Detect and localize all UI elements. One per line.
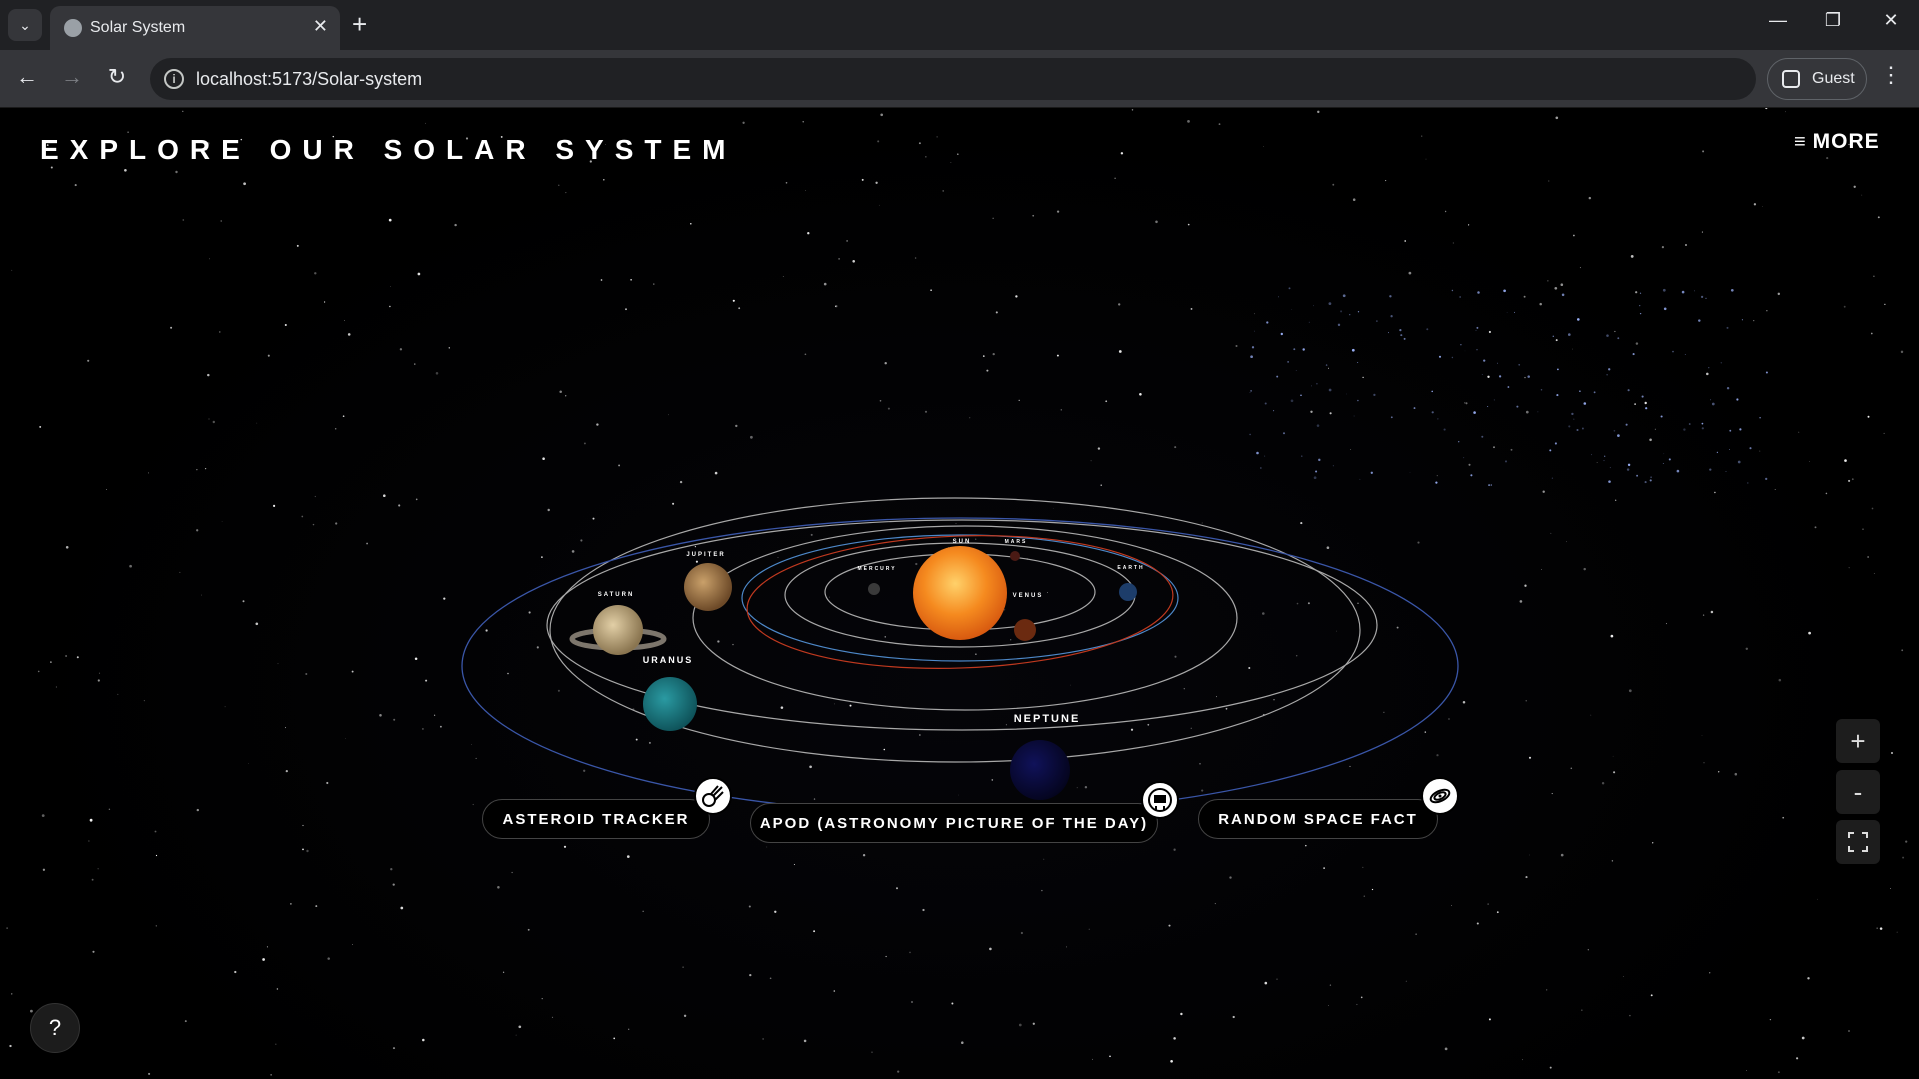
random-space-fact-button[interactable]: RANDOM SPACE FACT bbox=[1198, 799, 1438, 839]
site-info-icon[interactable]: i bbox=[164, 69, 184, 89]
mercury-planet[interactable] bbox=[868, 583, 880, 595]
forward-arrow-icon[interactable]: → bbox=[57, 64, 87, 90]
page-viewport: SUN MERCURY VENUS EARTH MARS JUPITER SAT… bbox=[0, 108, 1919, 1079]
window-close-icon[interactable]: ✕ bbox=[1876, 10, 1906, 31]
random-space-fact-label: RANDOM SPACE FACT bbox=[1218, 810, 1418, 828]
minimize-icon[interactable]: — bbox=[1763, 10, 1793, 31]
help-button[interactable]: ? bbox=[30, 1003, 80, 1053]
neptune-planet[interactable] bbox=[1010, 740, 1070, 800]
new-tab-plus-icon[interactable]: + bbox=[352, 10, 367, 38]
kebab-menu-icon[interactable]: ⋮ bbox=[1880, 62, 1902, 88]
label-mercury: MERCURY bbox=[857, 566, 896, 572]
jupiter-planet[interactable] bbox=[684, 563, 732, 611]
tab-search-chevron-down-icon[interactable]: ⌄ bbox=[8, 9, 42, 41]
globe-icon bbox=[64, 19, 82, 37]
tab-title: Solar System bbox=[90, 19, 186, 36]
telescope-icon bbox=[1141, 781, 1179, 819]
more-label: MORE bbox=[1812, 130, 1880, 153]
fullscreen-button[interactable] bbox=[1836, 820, 1880, 864]
asteroid-tracker-label: ASTEROID TRACKER bbox=[502, 810, 690, 828]
apod-button[interactable]: APOD (ASTRONOMY PICTURE OF THE DAY) bbox=[750, 803, 1158, 843]
profile-button[interactable]: Guest bbox=[1767, 58, 1867, 100]
asteroid-tracker-button[interactable]: ASTEROID TRACKER bbox=[482, 799, 710, 839]
reload-icon[interactable]: ↻ bbox=[102, 64, 132, 90]
url-text[interactable]: localhost:5173/Solar-system bbox=[196, 69, 422, 90]
profile-label: Guest bbox=[1812, 70, 1855, 87]
uranus-planet[interactable] bbox=[643, 677, 697, 731]
hamburger-icon: ≡ bbox=[1794, 131, 1807, 153]
zoom-out-label: - bbox=[1853, 776, 1863, 807]
label-earth: EARTH bbox=[1117, 565, 1144, 571]
label-neptune: NEPTUNE bbox=[1014, 713, 1081, 725]
venus-planet[interactable] bbox=[1014, 619, 1036, 641]
help-label: ? bbox=[48, 1015, 62, 1040]
browser-chrome: ⌄ Solar System ✕ + — ❐ ✕ ← → ↻ i localho… bbox=[0, 0, 1919, 108]
zoom-in-button[interactable]: + bbox=[1836, 719, 1880, 763]
more-menu-button[interactable]: ≡ MORE bbox=[1794, 130, 1880, 154]
zoom-in-label: + bbox=[1850, 725, 1866, 756]
back-arrow-icon[interactable]: ← bbox=[12, 64, 42, 90]
solar-system-canvas[interactable]: SUN MERCURY VENUS EARTH MARS JUPITER SAT… bbox=[0, 108, 1919, 1079]
tab-solar-system[interactable]: Solar System ✕ bbox=[50, 6, 340, 50]
label-saturn: SATURN bbox=[598, 592, 635, 598]
restore-icon[interactable]: ❐ bbox=[1818, 10, 1848, 31]
saturn-planet[interactable] bbox=[569, 605, 667, 655]
close-icon[interactable]: ✕ bbox=[313, 16, 328, 37]
label-jupiter: JUPITER bbox=[686, 552, 725, 558]
page-title: EXPLORE OUR SOLAR SYSTEM bbox=[40, 134, 737, 165]
label-uranus: URANUS bbox=[643, 655, 694, 665]
comet-icon bbox=[694, 777, 732, 815]
label-sun: SUN bbox=[953, 539, 972, 545]
address-bar[interactable]: i localhost:5173/Solar-system bbox=[150, 58, 1756, 100]
sun-planet[interactable] bbox=[913, 546, 1007, 640]
earth-planet[interactable] bbox=[1119, 583, 1137, 601]
browser-toolbar: ← → ↻ i localhost:5173/Solar-system Gues… bbox=[0, 50, 1919, 108]
fullscreen-icon bbox=[1848, 832, 1868, 852]
label-venus: VENUS bbox=[1013, 593, 1044, 599]
mars-planet[interactable] bbox=[1010, 551, 1020, 561]
galaxy-icon bbox=[1421, 777, 1459, 815]
profile-icon bbox=[1782, 70, 1800, 88]
label-mars: MARS bbox=[1005, 539, 1028, 545]
zoom-out-button[interactable]: - bbox=[1836, 770, 1880, 814]
apod-label: APOD (ASTRONOMY PICTURE OF THE DAY) bbox=[759, 814, 1149, 832]
tab-bar: ⌄ Solar System ✕ + — ❐ ✕ bbox=[0, 0, 1919, 50]
